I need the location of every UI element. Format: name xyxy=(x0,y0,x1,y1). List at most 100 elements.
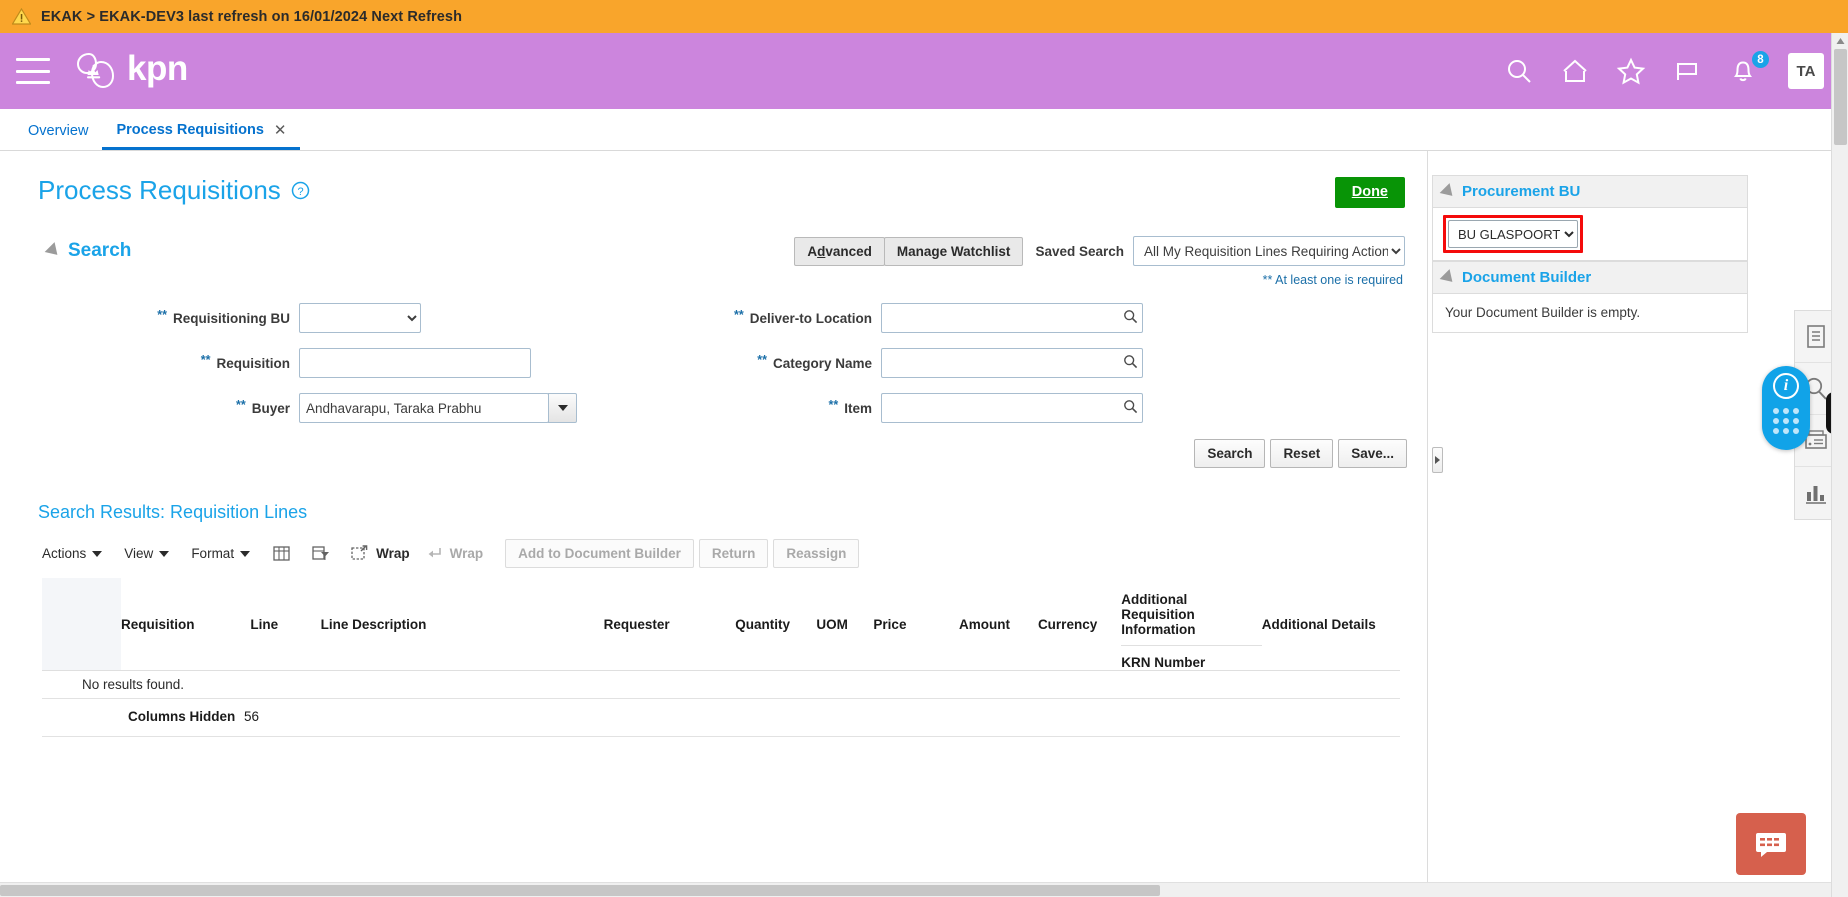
column-header-amount[interactable]: Amount xyxy=(958,578,1038,671)
info-drag-widget[interactable]: i xyxy=(1762,366,1810,450)
page-body: Process Requisitions ? Done Search Advan… xyxy=(0,151,1848,896)
column-header-requisition[interactable]: Requisition xyxy=(120,578,251,671)
horizontal-scrollbar-thumb[interactable] xyxy=(0,885,1160,896)
chevron-down-icon xyxy=(92,550,103,557)
columns-hidden-info: Columns Hidden 56 xyxy=(42,699,1400,737)
procurement-bu-select[interactable]: BU GLASPOORT xyxy=(1448,220,1578,248)
requisitioning-bu-select[interactable] xyxy=(299,303,421,333)
column-header-line[interactable]: Line xyxy=(250,578,321,671)
column-header-price[interactable]: Price xyxy=(873,578,959,671)
search-icon[interactable] xyxy=(1123,309,1138,329)
vertical-scrollbar[interactable] xyxy=(1831,33,1848,897)
column-header-uom[interactable]: UOM xyxy=(816,578,874,671)
row-status-column-header xyxy=(79,578,121,671)
format-menu[interactable]: Format xyxy=(191,546,251,561)
reassign-button[interactable]: Reassign xyxy=(773,539,860,568)
deliver-to-location-input[interactable] xyxy=(881,303,1143,333)
procurement-bu-highlight: BU GLASPOORT xyxy=(1443,215,1583,253)
column-header-quantity[interactable]: Quantity xyxy=(735,578,817,671)
chat-icon xyxy=(1756,833,1786,857)
detach-button[interactable]: Wrap xyxy=(350,544,410,563)
item-input[interactable] xyxy=(881,393,1143,423)
tab-process-requisitions[interactable]: Process Requisitions ✕ xyxy=(102,121,301,150)
close-icon[interactable]: ✕ xyxy=(274,121,287,139)
favorites-star-icon[interactable] xyxy=(1614,54,1648,88)
search-button[interactable]: Search xyxy=(1194,439,1266,468)
column-group-label: Additional Requisition Information xyxy=(1121,592,1196,637)
avatar[interactable]: TA xyxy=(1788,53,1824,89)
side-panel-toggle[interactable] xyxy=(1432,447,1443,473)
no-results-message: No results found. xyxy=(42,671,1400,699)
brand-logo[interactable]: kpn xyxy=(72,48,188,94)
buyer-dropdown-button[interactable] xyxy=(548,393,577,423)
save-search-button[interactable]: Save... xyxy=(1338,439,1407,468)
column-header-krn-number[interactable]: KRN Number xyxy=(1121,645,1262,670)
requisition-input[interactable] xyxy=(299,348,531,378)
chevron-down-icon xyxy=(159,550,170,557)
reset-button[interactable]: Reset xyxy=(1270,439,1334,468)
required-marker: ** xyxy=(157,308,167,322)
freeze-columns-icon[interactable] xyxy=(272,544,291,563)
procurement-bu-disclosure-icon[interactable] xyxy=(1439,182,1458,201)
actions-menu[interactable]: Actions xyxy=(42,546,103,561)
warning-triangle-icon xyxy=(12,8,31,25)
main-content-panel: Process Requisitions ? Done Search Advan… xyxy=(0,151,1443,896)
search-section-label: Search xyxy=(68,240,132,261)
search-section-header: Search Advanced Manage Watchlist Saved S… xyxy=(0,208,1427,266)
scroll-up-arrow-icon[interactable] xyxy=(1832,33,1848,49)
brand-wordmark: kpn xyxy=(127,49,188,88)
alert-text: EKAK > EKAK-DEV3 last refresh on 16/01/2… xyxy=(41,8,463,25)
notifications-bell-icon[interactable]: 8 xyxy=(1726,50,1770,88)
home-icon[interactable] xyxy=(1558,54,1592,88)
page-title-row: Process Requisitions ? Done xyxy=(0,151,1427,208)
manage-watchlist-button[interactable]: Manage Watchlist xyxy=(883,236,1024,266)
done-button[interactable]: Done xyxy=(1334,177,1405,208)
horizontal-scrollbar[interactable] xyxy=(0,882,1831,897)
drag-dots-icon xyxy=(1773,408,1799,434)
chevron-down-icon xyxy=(240,550,251,557)
column-header-additional-details[interactable]: Additional Details xyxy=(1261,578,1400,671)
global-header: kpn 8 TA xyxy=(0,33,1848,109)
results-title: Search Results: Requisition Lines xyxy=(38,502,308,522)
flag-icon[interactable] xyxy=(1670,54,1704,88)
document-builder-empty-text: Your Document Builder is empty. xyxy=(1445,305,1641,320)
kpn-logo-icon xyxy=(72,48,118,94)
procurement-bu-section-header[interactable]: Procurement BU xyxy=(1432,175,1748,207)
page-title: Process Requisitions xyxy=(38,175,281,205)
chat-bubble-button[interactable] xyxy=(1736,813,1806,875)
search-form: ** Requisitioning BU ** Deliver-to Locat… xyxy=(14,287,1427,423)
saved-search-select[interactable]: All My Requisition Lines Requiring Actio… xyxy=(1133,236,1405,266)
tab-overview[interactable]: Overview xyxy=(14,123,102,150)
buyer-label: ** Buyer xyxy=(236,398,290,416)
category-name-label: ** Category Name xyxy=(757,353,872,371)
view-menu[interactable]: View xyxy=(124,546,170,561)
hamburger-menu-icon[interactable] xyxy=(16,58,50,84)
document-builder-section-header[interactable]: Document Builder xyxy=(1432,261,1748,293)
select-all-column-header[interactable] xyxy=(42,578,80,671)
advanced-button[interactable]: Advanced xyxy=(794,236,885,266)
search-disclosure-icon[interactable] xyxy=(44,242,63,260)
vertical-scrollbar-thumb[interactable] xyxy=(1834,49,1847,145)
category-name-input[interactable] xyxy=(881,348,1143,378)
add-to-document-builder-button[interactable]: Add to Document Builder xyxy=(505,539,694,568)
procurement-bu-body: BU GLASPOORT xyxy=(1432,207,1748,261)
search-icon[interactable] xyxy=(1123,399,1138,419)
column-header-currency[interactable]: Currency xyxy=(1037,578,1122,671)
table-toolbar: Actions View Format Wrap Wrap Add to Doc… xyxy=(0,523,1427,578)
search-icon[interactable] xyxy=(1502,54,1536,88)
chevron-down-icon xyxy=(557,405,568,411)
columns-hidden-count: 56 xyxy=(244,709,260,724)
svg-text:?: ? xyxy=(297,186,303,198)
wrap-button[interactable]: Wrap xyxy=(426,545,483,562)
search-actions: Search Reset Save... xyxy=(0,423,1427,468)
help-circle-icon[interactable]: ? xyxy=(291,181,310,205)
saved-search-label: Saved Search xyxy=(1035,243,1124,259)
buyer-input[interactable] xyxy=(299,393,549,423)
document-builder-disclosure-icon[interactable] xyxy=(1439,268,1458,287)
detach-filter-icon[interactable] xyxy=(311,544,330,563)
column-header-line-description[interactable]: Line Description xyxy=(320,578,604,671)
search-icon[interactable] xyxy=(1123,354,1138,374)
column-header-requester[interactable]: Requester xyxy=(603,578,736,671)
document-builder-title: Document Builder xyxy=(1462,269,1592,286)
return-button[interactable]: Return xyxy=(698,539,769,568)
